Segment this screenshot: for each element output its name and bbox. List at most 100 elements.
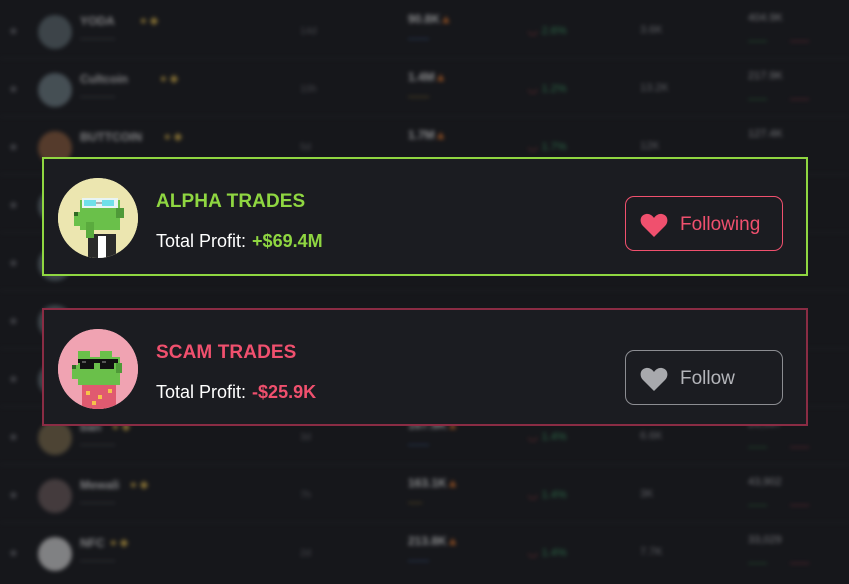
- change-value: 1.4%: [541, 431, 567, 443]
- table-row: ★ Mewali ● ◆ ───── 7h 163.1K▲ ── ◡ 1.4% 3…: [0, 464, 849, 523]
- fire-icon: ▲: [446, 534, 459, 548]
- avatar: [38, 73, 72, 107]
- fire-icon: ▲: [440, 12, 452, 26]
- token-buys: ───: [748, 500, 768, 510]
- token-total: 43,902: [748, 476, 782, 488]
- fire-icon: ▲: [446, 476, 459, 490]
- token-sub: ───: [408, 440, 430, 451]
- token-buys: ───: [748, 36, 768, 46]
- table-row: ★ Cultcoin ● ◆ ───── 10h 1.4M▲ ─── ◡ 1.2%…: [0, 58, 849, 117]
- token-volume: 90.8K▲: [408, 12, 452, 26]
- token-name: YODA: [80, 14, 115, 28]
- token-change: ◡ 1.4%: [528, 430, 567, 443]
- alpha-trades-card: ALPHA TRADES Total Profit: +$69.4M Follow…: [42, 157, 808, 276]
- token-name: BUTTCOIN: [80, 130, 142, 144]
- token-age: 2d: [300, 548, 312, 559]
- star-icon[interactable]: ★: [8, 372, 19, 386]
- heart-filled-icon: [640, 213, 668, 237]
- token-change: ◡ 2.6%: [528, 24, 567, 37]
- token-sub: ───: [408, 92, 430, 103]
- following-label: Following: [680, 214, 761, 235]
- arc-icon: ◡: [528, 547, 538, 559]
- token-sub: ───: [408, 34, 430, 45]
- table-row: ★ YODA ● ◆ ───── 14d 90.8K▲ ─── ◡ 2.6% 3.…: [0, 0, 849, 59]
- token-change: ◡ 1.7%: [528, 140, 567, 153]
- change-value: 2.6%: [541, 25, 567, 37]
- token-buys: ───: [748, 558, 768, 568]
- fire-icon: ▲: [434, 70, 447, 84]
- token-name: Mewali: [80, 478, 120, 492]
- change-value: 1.4%: [541, 547, 567, 559]
- volume-value: 213.8K: [408, 534, 447, 548]
- token-change: ◡ 1.2%: [528, 82, 567, 95]
- alpha-avatar: [58, 178, 138, 258]
- change-value: 1.7%: [541, 141, 567, 153]
- profit-value: +$69.4M: [252, 231, 323, 251]
- token-volume: 1.4M▲: [408, 70, 447, 84]
- token-buys: ───: [748, 94, 768, 104]
- token-age: 7h: [300, 490, 312, 501]
- volume-value: 1.4M: [408, 70, 435, 84]
- token-sells: ───: [790, 36, 810, 46]
- volume-value: 1.7M: [408, 128, 435, 142]
- token-tags: ● ◆: [140, 15, 159, 27]
- token-change: ◡ 1.4%: [528, 546, 567, 559]
- change-value: 1.4%: [541, 489, 567, 501]
- token-sells: ───: [790, 500, 810, 510]
- token-volume: 1.7M▲: [408, 128, 447, 142]
- avatar: [38, 479, 72, 513]
- star-icon[interactable]: ★: [8, 198, 19, 212]
- token-volume: 213.8K▲: [408, 534, 459, 548]
- star-icon[interactable]: ★: [8, 24, 19, 38]
- following-button[interactable]: Following: [625, 196, 783, 251]
- token-total: 404.9K: [748, 12, 783, 24]
- token-volume: 163.1K▲: [408, 476, 459, 490]
- star-icon[interactable]: ★: [8, 546, 19, 560]
- avatar: [38, 537, 72, 571]
- token-name: NFC: [80, 536, 105, 550]
- star-icon[interactable]: ★: [8, 430, 19, 444]
- token-tags: ● ◆: [164, 131, 183, 143]
- token-age: 3d: [300, 432, 312, 443]
- pixel-frog-avatar-icon: [58, 178, 138, 258]
- token-address: ─────: [80, 34, 116, 45]
- token-total: 127.4K: [748, 128, 783, 140]
- card-title: SCAM TRADES: [156, 342, 297, 363]
- token-age: 14d: [300, 26, 317, 37]
- profit-value: -$25.9K: [252, 382, 317, 402]
- profit-label: Total Profit:: [156, 231, 247, 251]
- card-title: ALPHA TRADES: [156, 191, 306, 212]
- token-mcap: 3K: [640, 488, 654, 500]
- total-profit: Total Profit: +$69.4M: [156, 231, 323, 252]
- table-row: ★ NFC ● ◆ ───── 2d 213.8K▲ ─── ◡ 1.4% 7.7…: [0, 522, 849, 580]
- background-token-table: ★ YODA ● ◆ ───── 14d 90.8K▲ ─── ◡ 2.6% 3.…: [0, 0, 849, 584]
- star-icon[interactable]: ★: [8, 82, 19, 96]
- token-sells: ───: [790, 558, 810, 568]
- star-icon[interactable]: ★: [8, 488, 19, 502]
- token-address: ─────: [80, 92, 116, 103]
- token-address: ─────: [80, 440, 116, 451]
- star-icon[interactable]: ★: [8, 256, 19, 270]
- heart-icon: [640, 367, 668, 391]
- token-mcap: 7.7K: [640, 546, 663, 558]
- token-sub: ───: [408, 556, 430, 567]
- star-icon[interactable]: ★: [8, 314, 19, 328]
- scam-trades-card: SCAM TRADES Total Profit: -$25.9K Follow: [42, 308, 808, 426]
- token-tags: ● ◆: [110, 537, 129, 549]
- arc-icon: ◡: [528, 25, 538, 37]
- token-mcap: 6.6K: [640, 430, 663, 442]
- token-sells: ───: [790, 442, 810, 452]
- follow-button[interactable]: Follow: [625, 350, 783, 405]
- token-sells: ───: [790, 94, 810, 104]
- arc-icon: ◡: [528, 83, 538, 95]
- token-total: 33,029: [748, 534, 782, 546]
- token-name: Cultcoin: [80, 72, 128, 86]
- arc-icon: ◡: [528, 431, 538, 443]
- token-sub: ──: [408, 498, 423, 509]
- star-icon[interactable]: ★: [8, 140, 19, 154]
- volume-value: 163.1K: [408, 476, 447, 490]
- pixel-frog-avatar-icon: [58, 329, 138, 409]
- arc-icon: ◡: [528, 141, 538, 153]
- follow-label: Follow: [680, 368, 735, 389]
- change-value: 1.2%: [541, 83, 567, 95]
